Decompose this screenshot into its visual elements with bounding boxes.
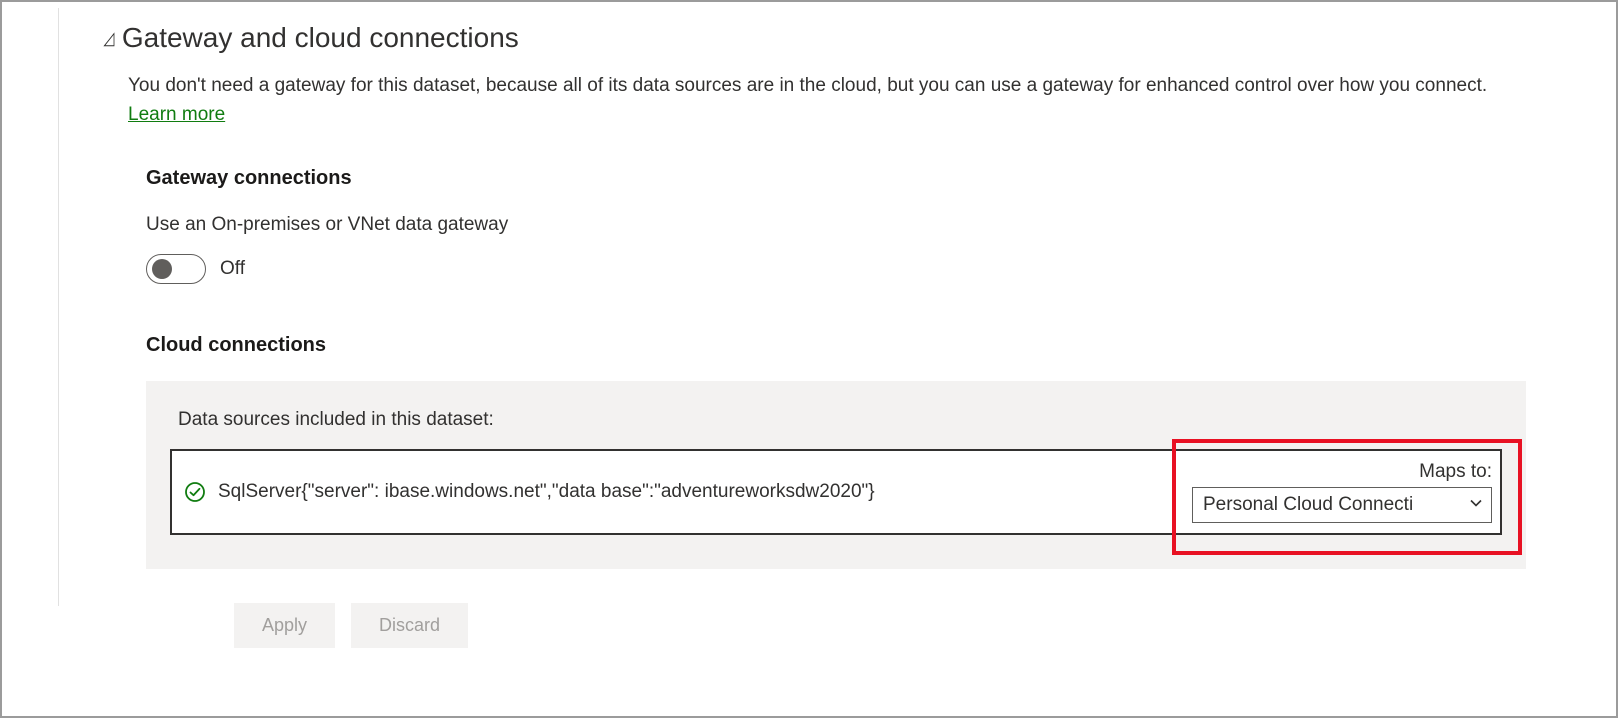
maps-to-value: Personal Cloud Connecti — [1203, 494, 1413, 516]
toggle-knob — [152, 259, 172, 279]
section-title: Gateway and cloud connections — [122, 22, 519, 54]
learn-more-link[interactable]: Learn more — [128, 104, 225, 125]
chevron-down-icon — [1469, 494, 1483, 516]
gateway-toggle[interactable] — [146, 254, 206, 284]
settings-content: ◿ Gateway and cloud connections You don'… — [2, 2, 1616, 668]
maps-to-select[interactable]: Personal Cloud Connecti — [1192, 487, 1492, 523]
left-divider — [58, 8, 59, 606]
section-description: You don't need a gateway for this datase… — [128, 72, 1526, 129]
section-header[interactable]: ◿ Gateway and cloud connections — [102, 22, 1526, 54]
datasource-row-wrap: SqlServer{"server": ibase.windows.net","… — [170, 449, 1502, 535]
apply-button[interactable]: Apply — [234, 603, 335, 648]
gateway-subsection: Gateway connections Use an On-premises o… — [146, 167, 1526, 569]
gateway-toggle-label: Use an On-premises or VNet data gateway — [146, 214, 1526, 236]
datasource-row: SqlServer{"server": ibase.windows.net","… — [170, 449, 1502, 535]
check-circle-icon — [184, 481, 206, 503]
gateway-toggle-row: Off — [146, 254, 1526, 284]
gateway-toggle-state: Off — [220, 258, 245, 280]
cloud-panel-label: Data sources included in this dataset: — [178, 409, 1502, 431]
cloud-connections-panel: Data sources included in this dataset: S… — [146, 381, 1526, 569]
cloud-title: Cloud connections — [146, 334, 1526, 357]
footer-buttons: Apply Discard — [234, 603, 1526, 648]
maps-to-label: Maps to: — [1419, 461, 1492, 483]
collapse-icon: ◿ — [103, 28, 114, 49]
maps-to-column: Maps to: Personal Cloud Connecti — [1192, 461, 1492, 523]
discard-button[interactable]: Discard — [351, 603, 468, 648]
datasource-text: SqlServer{"server": ibase.windows.net","… — [218, 479, 1192, 506]
description-text: You don't need a gateway for this datase… — [128, 75, 1487, 96]
gateway-title: Gateway connections — [146, 167, 1526, 190]
